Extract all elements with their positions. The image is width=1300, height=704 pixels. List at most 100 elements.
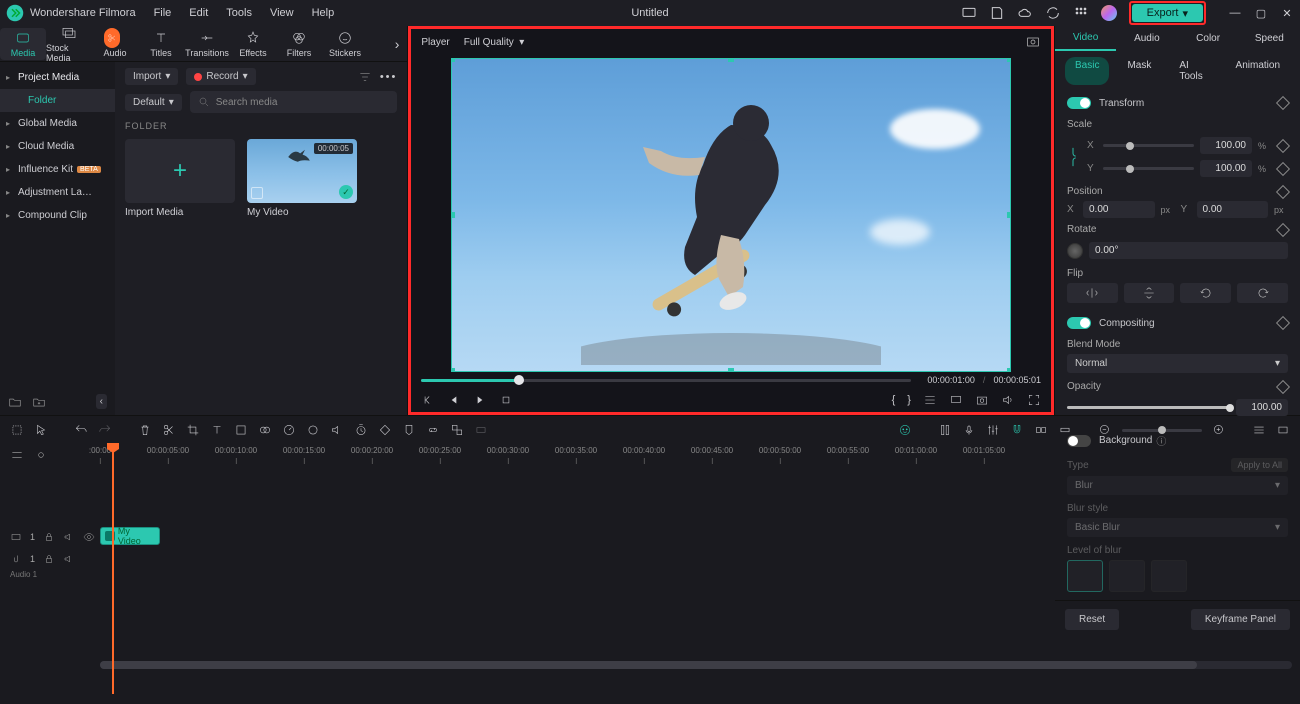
- subtab-mask[interactable]: Mask: [1117, 57, 1161, 85]
- snapshot-icon[interactable]: [975, 393, 989, 407]
- record-dropdown[interactable]: Record ▾: [186, 68, 255, 85]
- video-track[interactable]: 1 My Video: [0, 526, 1300, 548]
- collapse-tree-icon[interactable]: ‹: [96, 394, 107, 409]
- tree-influence[interactable]: Influence KitBETA: [0, 158, 115, 181]
- export-button[interactable]: Export▾: [1132, 4, 1203, 22]
- player-label[interactable]: Player: [421, 37, 449, 48]
- tree-folder[interactable]: Folder: [0, 89, 115, 112]
- scale-x-value[interactable]: 100.00: [1200, 137, 1252, 154]
- magnet-icon[interactable]: [1010, 423, 1024, 437]
- keyframe-icon[interactable]: [1276, 138, 1290, 152]
- timeline-scrollbar[interactable]: [100, 661, 1292, 669]
- new-bin-icon[interactable]: [32, 395, 46, 409]
- crop-icon[interactable]: [186, 423, 200, 437]
- maximize-button[interactable]: ▢: [1254, 6, 1268, 20]
- search-input[interactable]: Search media: [190, 91, 398, 113]
- screen-icon[interactable]: [961, 5, 977, 21]
- close-button[interactable]: ✕: [1280, 6, 1294, 20]
- color-icon[interactable]: [306, 423, 320, 437]
- tree-project-media[interactable]: Project Media: [0, 66, 115, 89]
- resize-handle[interactable]: [1007, 368, 1011, 372]
- filter-icon[interactable]: [358, 70, 372, 84]
- play-back-icon[interactable]: [447, 393, 461, 407]
- rotate-dial[interactable]: [1067, 243, 1083, 259]
- mute-icon[interactable]: [63, 531, 75, 543]
- flip-h-button[interactable]: [1067, 283, 1118, 303]
- scale-y-value[interactable]: 100.00: [1200, 160, 1252, 177]
- prev-frame-icon[interactable]: [421, 393, 435, 407]
- zoom-fit-icon[interactable]: [1276, 423, 1290, 437]
- crop-zoom-icon[interactable]: [234, 423, 248, 437]
- pos-y-value[interactable]: 0.00: [1197, 201, 1269, 218]
- keyframe-icon[interactable]: [1276, 184, 1290, 198]
- tab-filters[interactable]: Filters: [276, 28, 322, 60]
- resize-handle[interactable]: [451, 58, 455, 62]
- minimize-button[interactable]: —: [1228, 6, 1242, 20]
- mute-icon[interactable]: [63, 553, 75, 565]
- audio-tool-icon[interactable]: [330, 423, 344, 437]
- cut-marker-icon[interactable]: [104, 28, 120, 48]
- more-icon[interactable]: •••: [380, 71, 398, 83]
- blend-select[interactable]: Normal▾: [1067, 354, 1288, 373]
- selection-tool-icon[interactable]: [10, 423, 24, 437]
- marker-icon[interactable]: [402, 423, 416, 437]
- auto-ripple-icon[interactable]: [1034, 423, 1048, 437]
- lock-link-icon[interactable]: [1067, 146, 1079, 168]
- keyframe-icon[interactable]: [1276, 316, 1290, 330]
- rotate-value[interactable]: 0.00°: [1089, 242, 1288, 259]
- subtab-basic[interactable]: Basic: [1065, 57, 1109, 85]
- scale-x-slider[interactable]: [1103, 144, 1194, 147]
- volume-icon[interactable]: [1001, 393, 1015, 407]
- sort-dropdown[interactable]: Default ▾: [125, 94, 182, 111]
- zoom-in-icon[interactable]: [1212, 423, 1226, 437]
- subtab-ai[interactable]: AI Tools: [1169, 57, 1217, 85]
- text-icon[interactable]: [210, 423, 224, 437]
- voiceover-icon[interactable]: [962, 423, 976, 437]
- tab-transitions[interactable]: Transitions: [184, 28, 230, 60]
- keyframe-icon[interactable]: [1276, 379, 1290, 393]
- insp-tab-audio[interactable]: Audio: [1116, 27, 1177, 50]
- resize-handle[interactable]: [451, 368, 455, 372]
- rotate-ccw-button[interactable]: [1180, 283, 1231, 303]
- tab-media[interactable]: Media: [0, 28, 46, 60]
- new-folder-icon[interactable]: [8, 395, 22, 409]
- audio-track[interactable]: 1: [0, 548, 1300, 570]
- scrubber-handle[interactable]: [514, 375, 524, 385]
- fullscreen-icon[interactable]: [1027, 393, 1041, 407]
- time-ruler[interactable]: :00:0000:00:05:0000:00:10:0000:00:15:000…: [100, 444, 1300, 466]
- menu-help[interactable]: Help: [312, 7, 335, 19]
- speed-icon[interactable]: [282, 423, 296, 437]
- snapshot-corner-icon[interactable]: [1025, 34, 1041, 50]
- apps-icon[interactable]: [1073, 5, 1089, 21]
- undo-icon[interactable]: [74, 423, 88, 437]
- adjust-icon[interactable]: [986, 423, 1000, 437]
- cloud-icon[interactable]: [1017, 5, 1033, 21]
- quality-dropdown[interactable]: Full Quality ▾: [464, 37, 525, 48]
- menu-edit[interactable]: Edit: [189, 7, 208, 19]
- resize-handle[interactable]: [728, 58, 734, 62]
- zoom-out-icon[interactable]: [1098, 423, 1112, 437]
- keyframe-tool-icon[interactable]: [378, 423, 392, 437]
- link-icon[interactable]: [426, 423, 440, 437]
- save-icon[interactable]: [989, 5, 1005, 21]
- insp-tab-speed[interactable]: Speed: [1239, 27, 1300, 50]
- import-media-tile[interactable]: +: [125, 139, 235, 203]
- insp-tab-video[interactable]: Video: [1055, 26, 1116, 51]
- compare-icon[interactable]: [923, 393, 937, 407]
- tab-effects[interactable]: Effects: [230, 28, 276, 60]
- delete-icon[interactable]: [138, 423, 152, 437]
- menu-view[interactable]: View: [270, 7, 294, 19]
- mix-icon[interactable]: [938, 423, 952, 437]
- resize-handle[interactable]: [1007, 58, 1011, 62]
- mark-in-icon[interactable]: {: [892, 394, 896, 406]
- scale-y-slider[interactable]: [1103, 167, 1194, 170]
- resize-handle[interactable]: [728, 368, 734, 372]
- tree-compound[interactable]: Compound Clip: [0, 204, 115, 227]
- tree-global[interactable]: Global Media: [0, 112, 115, 135]
- link-tracks-icon[interactable]: [34, 448, 48, 462]
- group-icon[interactable]: [450, 423, 464, 437]
- mark-out-icon[interactable]: }: [907, 394, 911, 406]
- transform-toggle[interactable]: [1067, 97, 1091, 109]
- preview-scrubber[interactable]: [421, 379, 911, 382]
- keyframe-icon[interactable]: [1276, 161, 1290, 175]
